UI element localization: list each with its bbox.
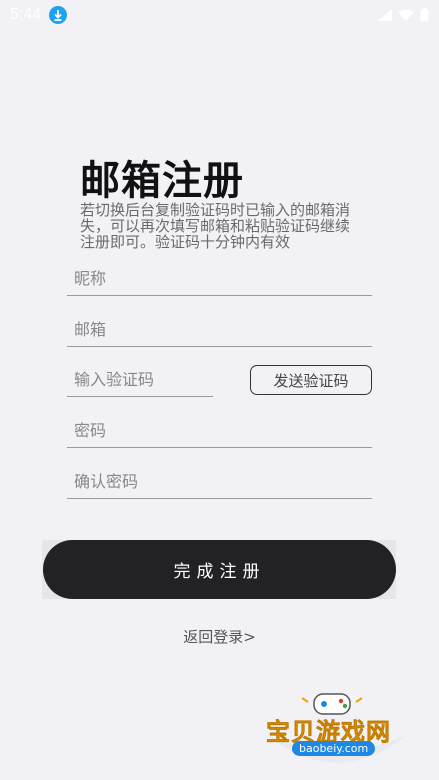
confirm-password-input[interactable]: 确认密码 — [67, 465, 372, 499]
watermark-logo: 宝贝游戏网 baobeiy.com — [262, 690, 412, 775]
status-time: 5:44 — [10, 6, 42, 23]
watermark-url: baobeiy.com — [292, 741, 376, 756]
back-to-login-link[interactable]: 返回登录> — [0, 626, 439, 647]
verification-code-input[interactable]: 输入验证码 — [67, 363, 213, 397]
page-description: 若切换后台复制验证码时已输入的邮箱消失，可以再次填写邮箱和粘贴验证码继续注册即可… — [80, 201, 351, 251]
password-input[interactable]: 密码 — [67, 414, 372, 448]
register-screen: 5:44 邮箱注册 若切换后台复制验证码时已输入的邮箱消失，可以再次填写邮箱和粘… — [0, 0, 439, 780]
send-code-button[interactable]: 发送验证码 — [250, 365, 372, 395]
download-icon — [49, 6, 68, 24]
complete-registration-button[interactable]: 完成注册 — [43, 540, 396, 599]
code-placeholder: 输入验证码 — [74, 370, 155, 389]
confirm-password-placeholder: 确认密码 — [74, 472, 139, 491]
battery-icon — [420, 8, 429, 22]
status-bar: 5:44 — [0, 0, 439, 30]
email-placeholder: 邮箱 — [74, 320, 107, 339]
password-placeholder: 密码 — [74, 421, 107, 440]
nickname-placeholder: 昵称 — [74, 269, 107, 288]
wifi-icon — [398, 9, 414, 21]
status-icons — [378, 8, 429, 22]
nickname-input[interactable]: 昵称 — [67, 262, 372, 296]
signal-icon — [378, 9, 392, 21]
page-title: 邮箱注册 — [80, 158, 244, 204]
email-input[interactable]: 邮箱 — [67, 313, 372, 347]
